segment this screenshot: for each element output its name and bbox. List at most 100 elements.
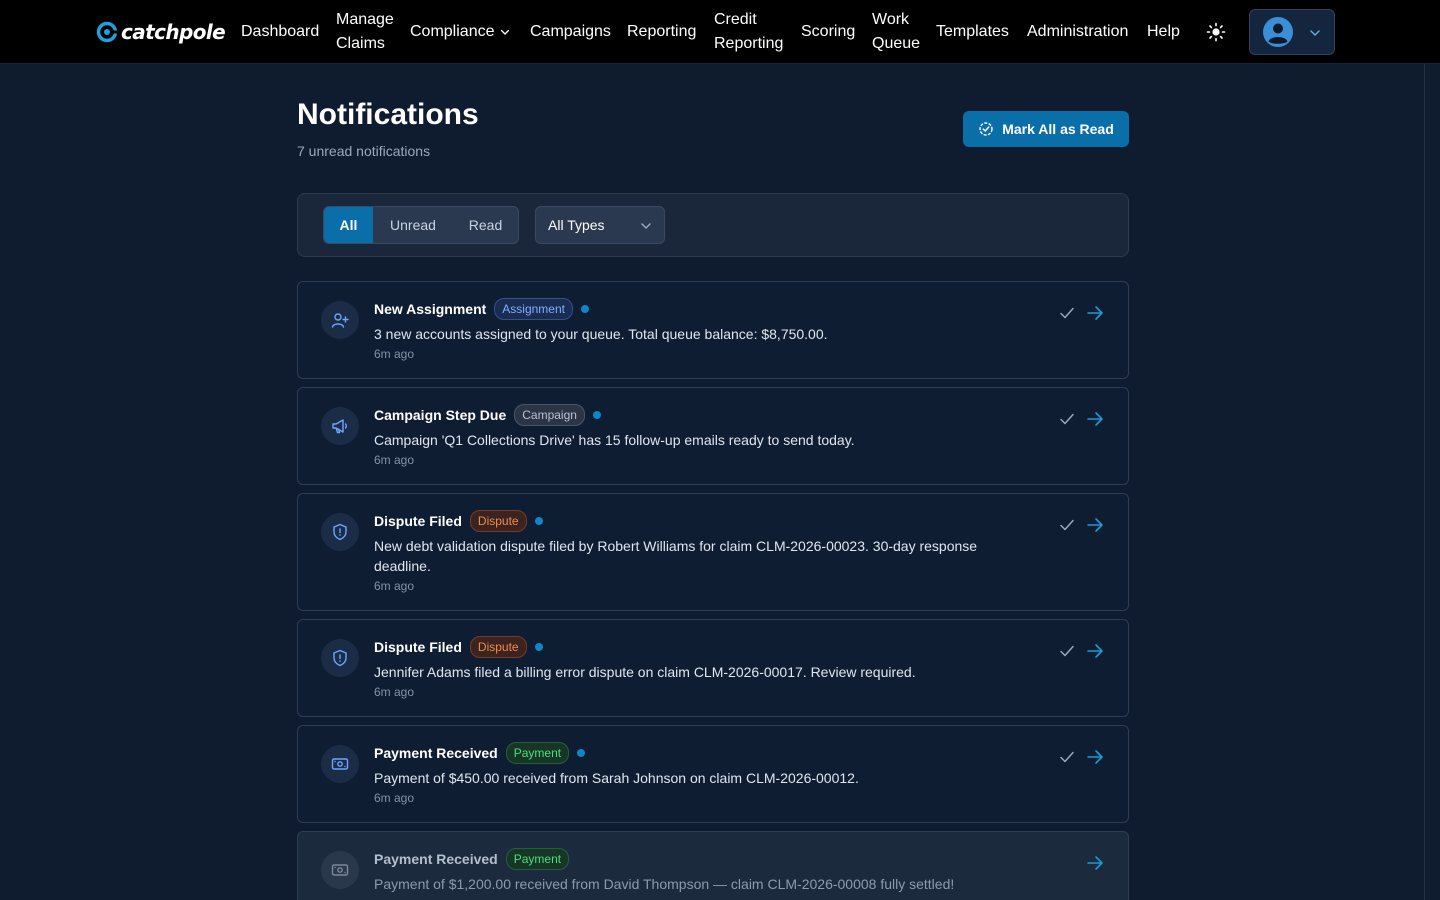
- chevron-down-icon: [501, 29, 510, 35]
- notification-card[interactable]: Dispute Filed Dispute New debt validatio…: [297, 493, 1129, 611]
- arrow-right-icon[interactable]: [1086, 748, 1104, 766]
- notification-title: Campaign Step Due: [374, 407, 507, 423]
- mark-read-check-icon[interactable]: [1059, 517, 1075, 533]
- notification-time: 6m ago: [374, 791, 415, 805]
- arrow-right-icon[interactable]: [1086, 304, 1104, 322]
- notification-time: 6m ago: [374, 579, 415, 593]
- notification-title: Payment Received: [374, 745, 498, 761]
- logo-text: catchpole: [121, 20, 226, 44]
- nav-credit-reporting-label-line1: Credit: [714, 11, 757, 28]
- notification-card[interactable]: Dispute Filed Dispute Jennifer Adams fil…: [297, 619, 1129, 717]
- notification-message: New debt validation dispute filed by Rob…: [374, 538, 978, 574]
- type-badge: Dispute: [469, 510, 527, 532]
- mark-all-read-button[interactable]: Mark All as Read: [963, 111, 1129, 147]
- unread-dot: [580, 305, 589, 313]
- notification-header: Payment Received Payment: [374, 848, 570, 870]
- tab-all[interactable]: All: [324, 207, 373, 243]
- notification-header: Dispute Filed Dispute: [374, 510, 543, 532]
- banknote-icon: [331, 864, 349, 876]
- nav-manage-claims[interactable]: Manage Claims: [336, 8, 394, 56]
- nav-dashboard-label: Dashboard: [241, 23, 320, 40]
- nav-credit-reporting[interactable]: Credit Reporting: [714, 8, 783, 56]
- arrow-right-icon[interactable]: [1086, 516, 1104, 534]
- notification-message: Jennifer Adams filed a billing error dis…: [374, 664, 916, 680]
- nav-work-queue[interactable]: Work Queue: [872, 8, 920, 56]
- arrow-right-icon[interactable]: [1086, 854, 1104, 872]
- scrollbar-track[interactable]: [1424, 64, 1425, 900]
- unread-dot: [577, 749, 586, 757]
- theme-toggle-sun-icon[interactable]: [1206, 22, 1226, 42]
- filter-bar: All Unread Read All Types: [297, 193, 1129, 257]
- nav-templates-label: Templates: [936, 23, 1009, 40]
- nav-reporting[interactable]: Reporting: [627, 20, 696, 44]
- notification-icon-wrap: [321, 513, 359, 551]
- nav-scoring[interactable]: Scoring: [801, 20, 855, 44]
- nav-help-label: Help: [1147, 23, 1180, 40]
- nav-compliance-label: Compliance: [410, 23, 495, 40]
- type-badge: Assignment: [494, 298, 573, 320]
- notification-time: 6m ago: [374, 453, 415, 467]
- nav-work-queue-label-line2: Queue: [872, 35, 921, 52]
- notification-title: Payment Received: [374, 851, 498, 867]
- arrow-right-icon[interactable]: [1086, 642, 1104, 660]
- nav-campaigns[interactable]: Campaigns: [530, 20, 611, 44]
- shield-alert-icon: [333, 649, 347, 667]
- notification-title: Dispute Filed: [374, 513, 462, 529]
- nav-templates[interactable]: Templates: [936, 20, 1009, 44]
- unread-dot: [592, 411, 601, 419]
- notification-card[interactable]: Payment Received Payment Payment of $1,2…: [297, 831, 1129, 900]
- notification-card[interactable]: Campaign Step Due Campaign Campaign 'Q1 …: [297, 387, 1129, 485]
- notification-icon-wrap: [321, 639, 359, 677]
- nav-help[interactable]: Help: [1147, 20, 1180, 44]
- notification-icon-wrap: [321, 407, 359, 445]
- notification-icon-wrap: [321, 301, 359, 339]
- nav-administration[interactable]: Administration: [1027, 20, 1128, 44]
- arrow-right-icon[interactable]: [1086, 410, 1104, 428]
- notification-header: New Assignment Assignment: [374, 298, 589, 320]
- notification-icon-wrap: [321, 851, 359, 889]
- notification-message: Payment of $1,200.00 received from David…: [374, 876, 955, 892]
- type-filter-value: All Types: [548, 217, 605, 233]
- nav-dashboard[interactable]: Dashboard: [241, 20, 319, 44]
- megaphone-icon: [332, 419, 347, 434]
- chevron-down-icon: [1310, 30, 1320, 36]
- notification-time: 6m ago: [374, 347, 415, 361]
- type-badge: Campaign: [514, 404, 585, 426]
- nav-reporting-label: Reporting: [627, 23, 697, 40]
- notification-title: Dispute Filed: [374, 639, 462, 655]
- shield-alert-icon: [333, 523, 347, 541]
- status-filter-tabs: All Unread Read: [323, 206, 519, 244]
- notification-message: 3 new accounts assigned to your queue. T…: [374, 326, 828, 342]
- notification-icon-wrap: [321, 745, 359, 783]
- notification-title: New Assignment: [374, 301, 487, 317]
- mark-read-check-icon[interactable]: [1059, 305, 1075, 321]
- nav-work-queue-label-line1: Work: [872, 11, 910, 28]
- tab-read[interactable]: Read: [453, 207, 518, 243]
- user-plus-icon: [331, 313, 349, 328]
- notification-card[interactable]: Payment Received Payment Payment of $450…: [297, 725, 1129, 823]
- unread-dot: [534, 517, 543, 525]
- check-circle-icon: [979, 122, 993, 136]
- page-title: Notifications: [297, 98, 479, 131]
- type-filter-select[interactable]: All Types: [535, 206, 665, 244]
- logo-mark-icon: [96, 21, 120, 43]
- catchpole-logo[interactable]: catchpole: [96, 18, 226, 46]
- notification-time: 6m ago: [374, 685, 415, 699]
- nav-administration-label: Administration: [1027, 23, 1129, 40]
- user-menu-button[interactable]: [1249, 9, 1335, 55]
- mark-read-check-icon[interactable]: [1059, 749, 1075, 765]
- banknote-icon: [331, 758, 349, 770]
- mark-read-check-icon[interactable]: [1059, 643, 1075, 659]
- mark-all-read-label: Mark All as Read: [1002, 121, 1114, 137]
- notification-header: Campaign Step Due Campaign: [374, 404, 601, 426]
- chevron-down-icon: [641, 223, 651, 229]
- tab-unread[interactable]: Unread: [373, 207, 453, 243]
- nav-manage-claims-label-line1: Manage: [336, 11, 394, 28]
- mark-read-check-icon[interactable]: [1059, 411, 1075, 427]
- top-navbar: catchpole Dashboard Manage Claims Complia…: [0, 0, 1440, 64]
- notification-message: Campaign 'Q1 Collections Drive' has 15 f…: [374, 432, 855, 448]
- nav-manage-claims-label-line2: Claims: [336, 35, 385, 52]
- nav-compliance-dropdown[interactable]: Compliance: [410, 20, 510, 44]
- nav-scoring-label: Scoring: [801, 23, 856, 40]
- notification-card[interactable]: New Assignment Assignment 3 new accounts…: [297, 281, 1129, 379]
